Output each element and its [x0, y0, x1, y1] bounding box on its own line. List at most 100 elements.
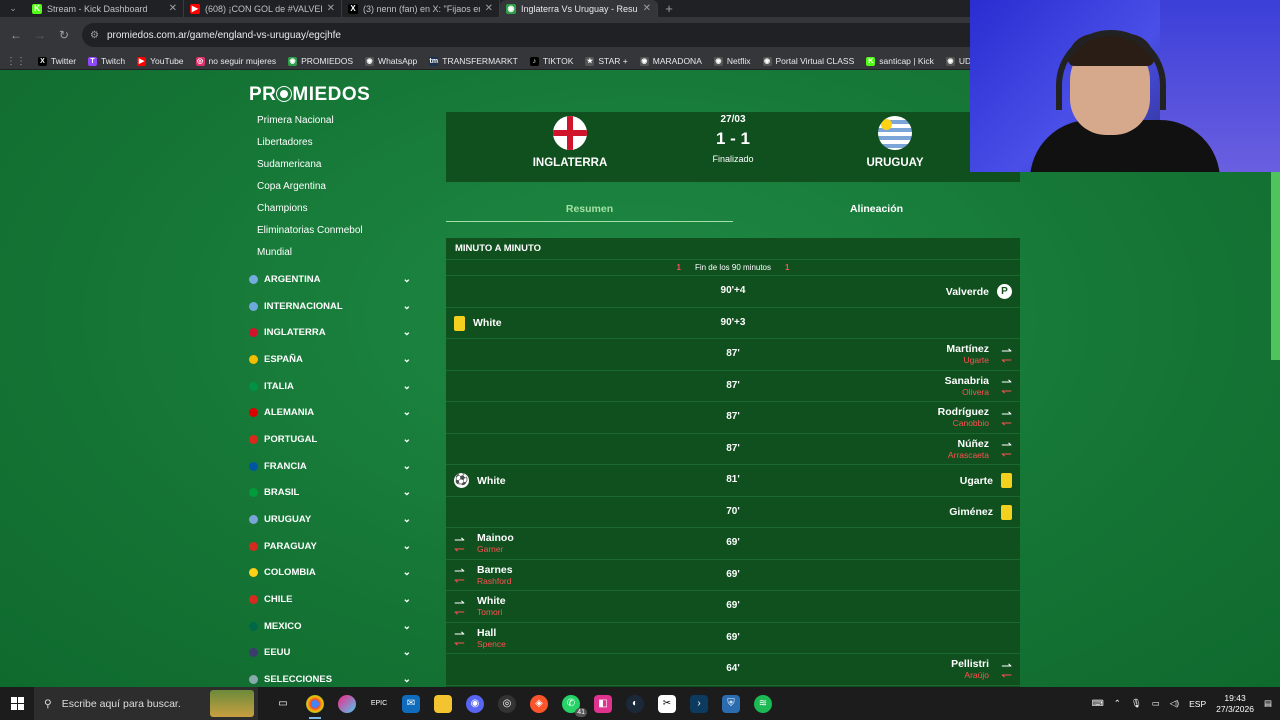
tab-resumen[interactable]: Resumen: [446, 198, 733, 222]
league-link[interactable]: Sudamericana: [249, 154, 419, 176]
spotify-icon[interactable]: ≋: [754, 694, 772, 713]
chevron-down-icon[interactable]: ⌄: [403, 327, 411, 338]
bookmark-item[interactable]: T Twitch: [88, 56, 125, 66]
browser-tab[interactable]: X (3) nenn (fan) en X: "Fijaos en e ✕: [342, 0, 500, 17]
chevron-down-icon[interactable]: ⌄: [403, 541, 411, 552]
discord-icon[interactable]: ◉: [466, 694, 484, 713]
league-link[interactable]: Eliminatorias Conmebol: [249, 220, 419, 242]
country-item[interactable]: ESPAÑA ⌄: [249, 346, 419, 373]
start-button[interactable]: [0, 687, 34, 720]
new-tab-button[interactable]: +: [658, 1, 680, 16]
chevron-down-icon[interactable]: ⌄: [403, 514, 411, 525]
chevron-down-icon[interactable]: ⌄: [403, 594, 411, 605]
chevron-down-icon[interactable]: ⌄: [403, 381, 411, 392]
country-item[interactable]: ALEMANIA ⌄: [249, 399, 419, 426]
back-icon[interactable]: ←: [4, 28, 28, 42]
brave-icon[interactable]: ◈: [530, 694, 548, 713]
chevron-down-icon[interactable]: ⌄: [403, 621, 411, 632]
home-team[interactable]: INGLATERRA: [520, 116, 620, 169]
bookmark-item[interactable]: ◎ no seguir mujeres: [195, 56, 276, 66]
country-item[interactable]: ARGENTINA ⌄: [249, 266, 419, 293]
league-link[interactable]: Primera Nacional: [249, 110, 419, 132]
site-info-icon[interactable]: ⚙: [90, 30, 99, 41]
reload-icon[interactable]: ↻: [52, 28, 76, 42]
bookmark-item[interactable]: ◉ MARADONA: [639, 56, 702, 66]
copilot-icon[interactable]: [338, 694, 356, 713]
close-tab-icon[interactable]: ✕: [327, 3, 335, 14]
league-link[interactable]: Mundial: [249, 242, 419, 264]
bookmark-item[interactable]: Ksanticap | Kick: [866, 56, 934, 66]
league-link[interactable]: Libertadores: [249, 132, 419, 154]
network-icon[interactable]: ▭: [1152, 698, 1160, 709]
country-item[interactable]: PORTUGAL ⌄: [249, 426, 419, 453]
notifications-icon[interactable]: ▤: [1264, 698, 1272, 709]
country-item[interactable]: PARAGUAY ⌄: [249, 533, 419, 560]
bookmark-item[interactable]: ◉ Netflix: [713, 56, 751, 66]
country-item[interactable]: INTERNACIONAL ⌄: [249, 293, 419, 320]
close-tab-icon[interactable]: ✕: [485, 3, 493, 14]
capcut-icon[interactable]: ✂: [658, 694, 676, 713]
tab-search-icon[interactable]: ⌄: [0, 0, 26, 17]
tab-alineacion[interactable]: Alineación: [733, 198, 1020, 222]
forward-icon[interactable]: →: [28, 28, 52, 42]
country-item[interactable]: COLOMBIA ⌄: [249, 560, 419, 587]
epic-games-icon[interactable]: EPIC: [370, 695, 388, 713]
language-label[interactable]: ESP: [1189, 699, 1206, 709]
league-link[interactable]: Copa Argentina: [249, 176, 419, 198]
terminal-icon[interactable]: ›: [690, 694, 708, 713]
chevron-down-icon[interactable]: ⌄: [403, 407, 411, 418]
app-icon-pink[interactable]: ◧: [594, 694, 612, 713]
close-tab-icon[interactable]: ✕: [169, 3, 177, 14]
site-logo[interactable]: PR MIEDOS: [249, 84, 370, 106]
shield-icon[interactable]: ⛨: [722, 694, 740, 713]
chevron-down-icon[interactable]: ⌄: [403, 674, 411, 685]
bookmark-item[interactable]: ◉ Portal Virtual CLASS: [762, 56, 854, 66]
outlook-icon[interactable]: ✉: [402, 694, 420, 713]
country-item[interactable]: URUGUAY ⌄: [249, 506, 419, 533]
obs-icon[interactable]: ◎: [498, 694, 516, 713]
country-item[interactable]: ITALIA ⌄: [249, 373, 419, 400]
steam-icon[interactable]: ◐: [626, 694, 644, 713]
browser-tab[interactable]: ◉ Inglaterra Vs Uruguay - Resulta ✕: [500, 0, 658, 17]
url-input[interactable]: ⚙ promiedos.com.ar/game/england-vs-urugu…: [82, 23, 1002, 47]
chevron-down-icon[interactable]: ⌄: [403, 567, 411, 578]
browser-tab[interactable]: ▶ (608) ¡CON GOL de #VALVERDE ✕: [184, 0, 342, 17]
bookmark-item[interactable]: ◉ PROMIEDOS: [288, 56, 353, 66]
bookmark-item[interactable]: ▶ YouTube: [137, 56, 184, 66]
bookmark-item[interactable]: tm TRANSFERMARKT: [429, 56, 518, 66]
chevron-down-icon[interactable]: ⌄: [403, 434, 411, 445]
mic-icon[interactable]: 🎙: [1131, 698, 1142, 709]
show-hidden-icon[interactable]: ⌃: [1114, 698, 1121, 709]
bookmark-item[interactable]: X Twitter: [38, 56, 76, 66]
country-item[interactable]: SELECCIONES ⌄: [249, 666, 419, 687]
chrome-icon[interactable]: [306, 694, 324, 719]
volume-icon[interactable]: ◁): [1170, 698, 1179, 709]
chevron-down-icon[interactable]: ⌄: [403, 274, 411, 285]
page-scrollbar[interactable]: [1271, 170, 1280, 360]
apps-icon[interactable]: ⋮⋮: [6, 56, 26, 67]
browser-tab[interactable]: K Stream - Kick Dashboard ✕: [26, 0, 184, 17]
keyboard-icon[interactable]: ⌨: [1092, 698, 1104, 709]
away-team[interactable]: URUGUAY: [845, 116, 945, 169]
country-item[interactable]: MEXICO ⌄: [249, 613, 419, 640]
league-link[interactable]: Champions: [249, 198, 419, 220]
chevron-down-icon[interactable]: ⌄: [403, 301, 411, 312]
clock[interactable]: 19:43 27/3/2026: [1216, 693, 1254, 715]
country-item[interactable]: EEUU ⌄: [249, 640, 419, 667]
taskbar-search[interactable]: ⚲ Escribe aquí para buscar.: [34, 687, 258, 720]
country-item[interactable]: CHILE ⌄: [249, 586, 419, 613]
bookmark-item[interactable]: ♪ TIKTOK: [529, 56, 573, 66]
chevron-down-icon[interactable]: ⌄: [403, 487, 411, 498]
close-tab-icon[interactable]: ✕: [643, 3, 651, 14]
task-view-icon[interactable]: ▭: [274, 695, 292, 713]
country-item[interactable]: FRANCIA ⌄: [249, 453, 419, 480]
bookmark-item[interactable]: ◉ WhatsApp: [365, 56, 417, 66]
bookmark-item[interactable]: ★ STAR +: [585, 56, 628, 66]
whatsapp-icon[interactable]: ✆ 41: [562, 694, 587, 717]
chevron-down-icon[interactable]: ⌄: [403, 647, 411, 658]
chevron-down-icon[interactable]: ⌄: [403, 461, 411, 472]
country-item[interactable]: INGLATERRA ⌄: [249, 319, 419, 346]
country-item[interactable]: BRASIL ⌄: [249, 480, 419, 507]
file-explorer-icon[interactable]: [434, 694, 452, 713]
chevron-down-icon[interactable]: ⌄: [403, 354, 411, 365]
